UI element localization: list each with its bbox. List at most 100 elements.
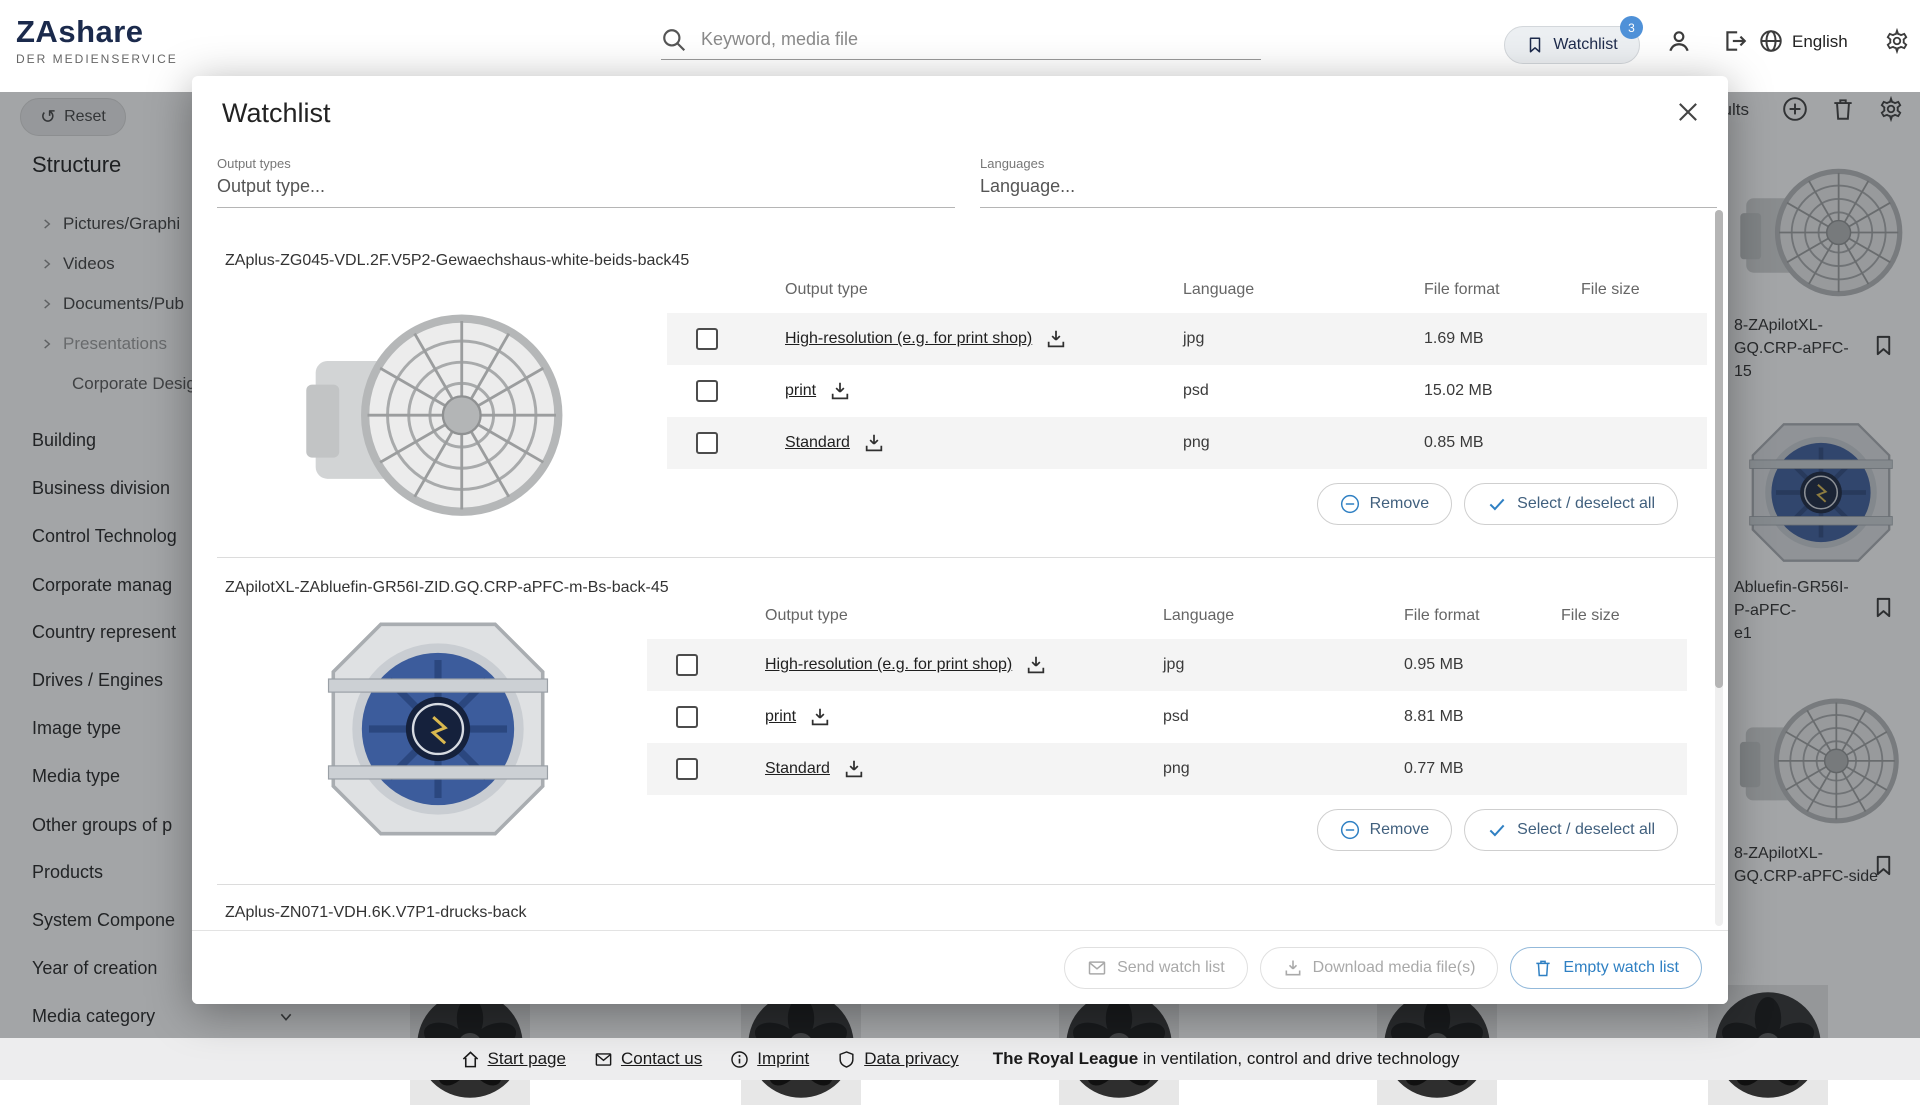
check-icon [1487, 494, 1507, 514]
watchlist-item-name: ZAplus-ZN071-VDH.6K.V7P1-drucks-back [225, 904, 526, 922]
shield-icon [837, 1050, 856, 1069]
row-file-format: psd [1163, 708, 1404, 726]
select-label: Select / deselect all [1517, 495, 1655, 513]
watchlist-item-image [282, 288, 592, 533]
col-file-size: File size [1581, 281, 1707, 299]
download-icon[interactable] [843, 758, 865, 780]
output-type-link[interactable]: Standard [765, 760, 830, 778]
empty-label: Empty watch list [1563, 959, 1679, 977]
mail-icon [594, 1050, 613, 1069]
row-checkbox[interactable] [676, 706, 698, 728]
search-box [661, 20, 1261, 60]
output-type-filter-value: Output type... [217, 176, 955, 197]
row-file-size: 8.81 MB [1404, 708, 1561, 726]
download-icon[interactable] [863, 432, 885, 454]
remove-button[interactable]: Remove [1317, 809, 1453, 851]
table-header: Output type Language File format File si… [667, 266, 1707, 313]
item-actions: Remove Select / deselect all [1317, 809, 1678, 851]
language-filter-label: Languages [980, 156, 1717, 171]
download-label: Download media file(s) [1313, 959, 1476, 977]
row-file-format: psd [1183, 382, 1424, 400]
table-row: print Valid for all languages psd 8.81 M… [647, 691, 1687, 743]
col-file-format: File format [1424, 281, 1581, 299]
output-type-link[interactable]: Standard [785, 434, 850, 452]
output-type-link[interactable]: print [785, 382, 816, 400]
select-deselect-all-button[interactable]: Select / deselect all [1464, 809, 1678, 851]
modal-scrollbar-thumb[interactable] [1715, 210, 1723, 688]
mail-icon [1087, 958, 1107, 978]
col-language: Language [1163, 607, 1404, 625]
footer-tagline-rest: in ventilation, control and drive techno… [1138, 1049, 1459, 1068]
globe-icon[interactable] [1758, 28, 1784, 54]
row-checkbox[interactable] [696, 432, 718, 454]
row-file-format: jpg [1163, 656, 1404, 674]
download-icon[interactable] [809, 706, 831, 728]
output-type-link[interactable]: High-resolution (e.g. for print shop) [785, 330, 1032, 348]
bookmark-icon [1526, 36, 1544, 54]
row-checkbox[interactable] [676, 758, 698, 780]
user-icon[interactable] [1666, 28, 1692, 54]
output-type-filter[interactable]: Output types Output type... [217, 156, 955, 208]
modal-title: Watchlist [222, 98, 331, 129]
footer-link-imprint[interactable]: Imprint [730, 1049, 809, 1069]
table-row: print Valid for all languages psd 15.02 … [667, 365, 1707, 417]
send-watch-list-button[interactable]: Send watch list [1064, 947, 1248, 989]
search-input[interactable] [701, 29, 1261, 50]
col-language: Language [1183, 281, 1424, 299]
table-row: Standard Valid for all languages png 0.7… [647, 743, 1687, 795]
output-type-link[interactable]: print [765, 708, 796, 726]
select-deselect-all-button[interactable]: Select / deselect all [1464, 483, 1678, 525]
download-icon[interactable] [1025, 654, 1047, 676]
remove-label: Remove [1370, 821, 1430, 839]
close-icon[interactable] [1674, 98, 1702, 126]
output-type-filter-label: Output types [217, 156, 955, 171]
footer-link-label: Contact us [621, 1049, 702, 1069]
download-icon [1283, 958, 1303, 978]
settings-gear-icon[interactable] [1884, 28, 1910, 54]
remove-button[interactable]: Remove [1317, 483, 1453, 525]
watchlist-item-name: ZApilotXL-ZAbluefin-GR56I-ZID.GQ.CRP-aPF… [225, 579, 669, 597]
logout-icon[interactable] [1722, 28, 1748, 54]
download-icon[interactable] [829, 380, 851, 402]
item-actions: Remove Select / deselect all [1317, 483, 1678, 525]
footer-link-start-page[interactable]: Start page [461, 1049, 566, 1069]
watchlist-item-table: Output type Language File format File si… [647, 592, 1687, 795]
language-filter-value: Language... [980, 176, 1717, 197]
row-file-format: png [1183, 434, 1424, 452]
remove-label: Remove [1370, 495, 1430, 513]
row-checkbox[interactable] [676, 654, 698, 676]
logo[interactable]: ZAshare DER MEDIENSERVICE [16, 14, 178, 66]
download-media-files-button[interactable]: Download media file(s) [1260, 947, 1499, 989]
home-icon [461, 1050, 480, 1069]
footer-link-contact-us[interactable]: Contact us [594, 1049, 702, 1069]
row-checkbox[interactable] [696, 328, 718, 350]
row-file-format: jpg [1183, 330, 1424, 348]
logo-za: ZA [16, 14, 58, 49]
trash-icon [1533, 958, 1553, 978]
output-type-link[interactable]: High-resolution (e.g. for print shop) [765, 656, 1012, 674]
row-checkbox[interactable] [696, 380, 718, 402]
divider [217, 557, 1717, 558]
watchlist-item-image [288, 610, 588, 848]
footer-tagline: The Royal League in ventilation, control… [993, 1049, 1460, 1069]
minus-circle-icon [1340, 820, 1360, 840]
footer-link-data-privacy[interactable]: Data privacy [837, 1049, 958, 1069]
footer-link-label: Data privacy [864, 1049, 958, 1069]
row-file-format: png [1163, 760, 1404, 778]
modal-footer: Send watch list Download media file(s) E… [192, 930, 1728, 1004]
col-file-format: File format [1404, 607, 1561, 625]
empty-watch-list-button[interactable]: Empty watch list [1510, 947, 1702, 989]
logo-tagline: DER MEDIENSERVICE [16, 52, 178, 66]
download-icon[interactable] [1045, 328, 1067, 350]
table-row: High-resolution (e.g. for print shop) Va… [647, 639, 1687, 691]
watchlist-item-name: ZAplus-ZG045-VDL.2F.V5P2-Gewaechshaus-wh… [225, 252, 689, 270]
watchlist-button[interactable]: Watchlist [1504, 26, 1640, 64]
row-file-size: 15.02 MB [1424, 382, 1581, 400]
col-output-type: Output type [785, 281, 1183, 299]
minus-circle-icon [1340, 494, 1360, 514]
language-selector[interactable]: English [1792, 32, 1848, 52]
language-filter[interactable]: Languages Language... [980, 156, 1717, 208]
col-output-type: Output type [765, 607, 1163, 625]
search-icon[interactable] [661, 27, 687, 53]
logo-share: share [58, 14, 143, 49]
